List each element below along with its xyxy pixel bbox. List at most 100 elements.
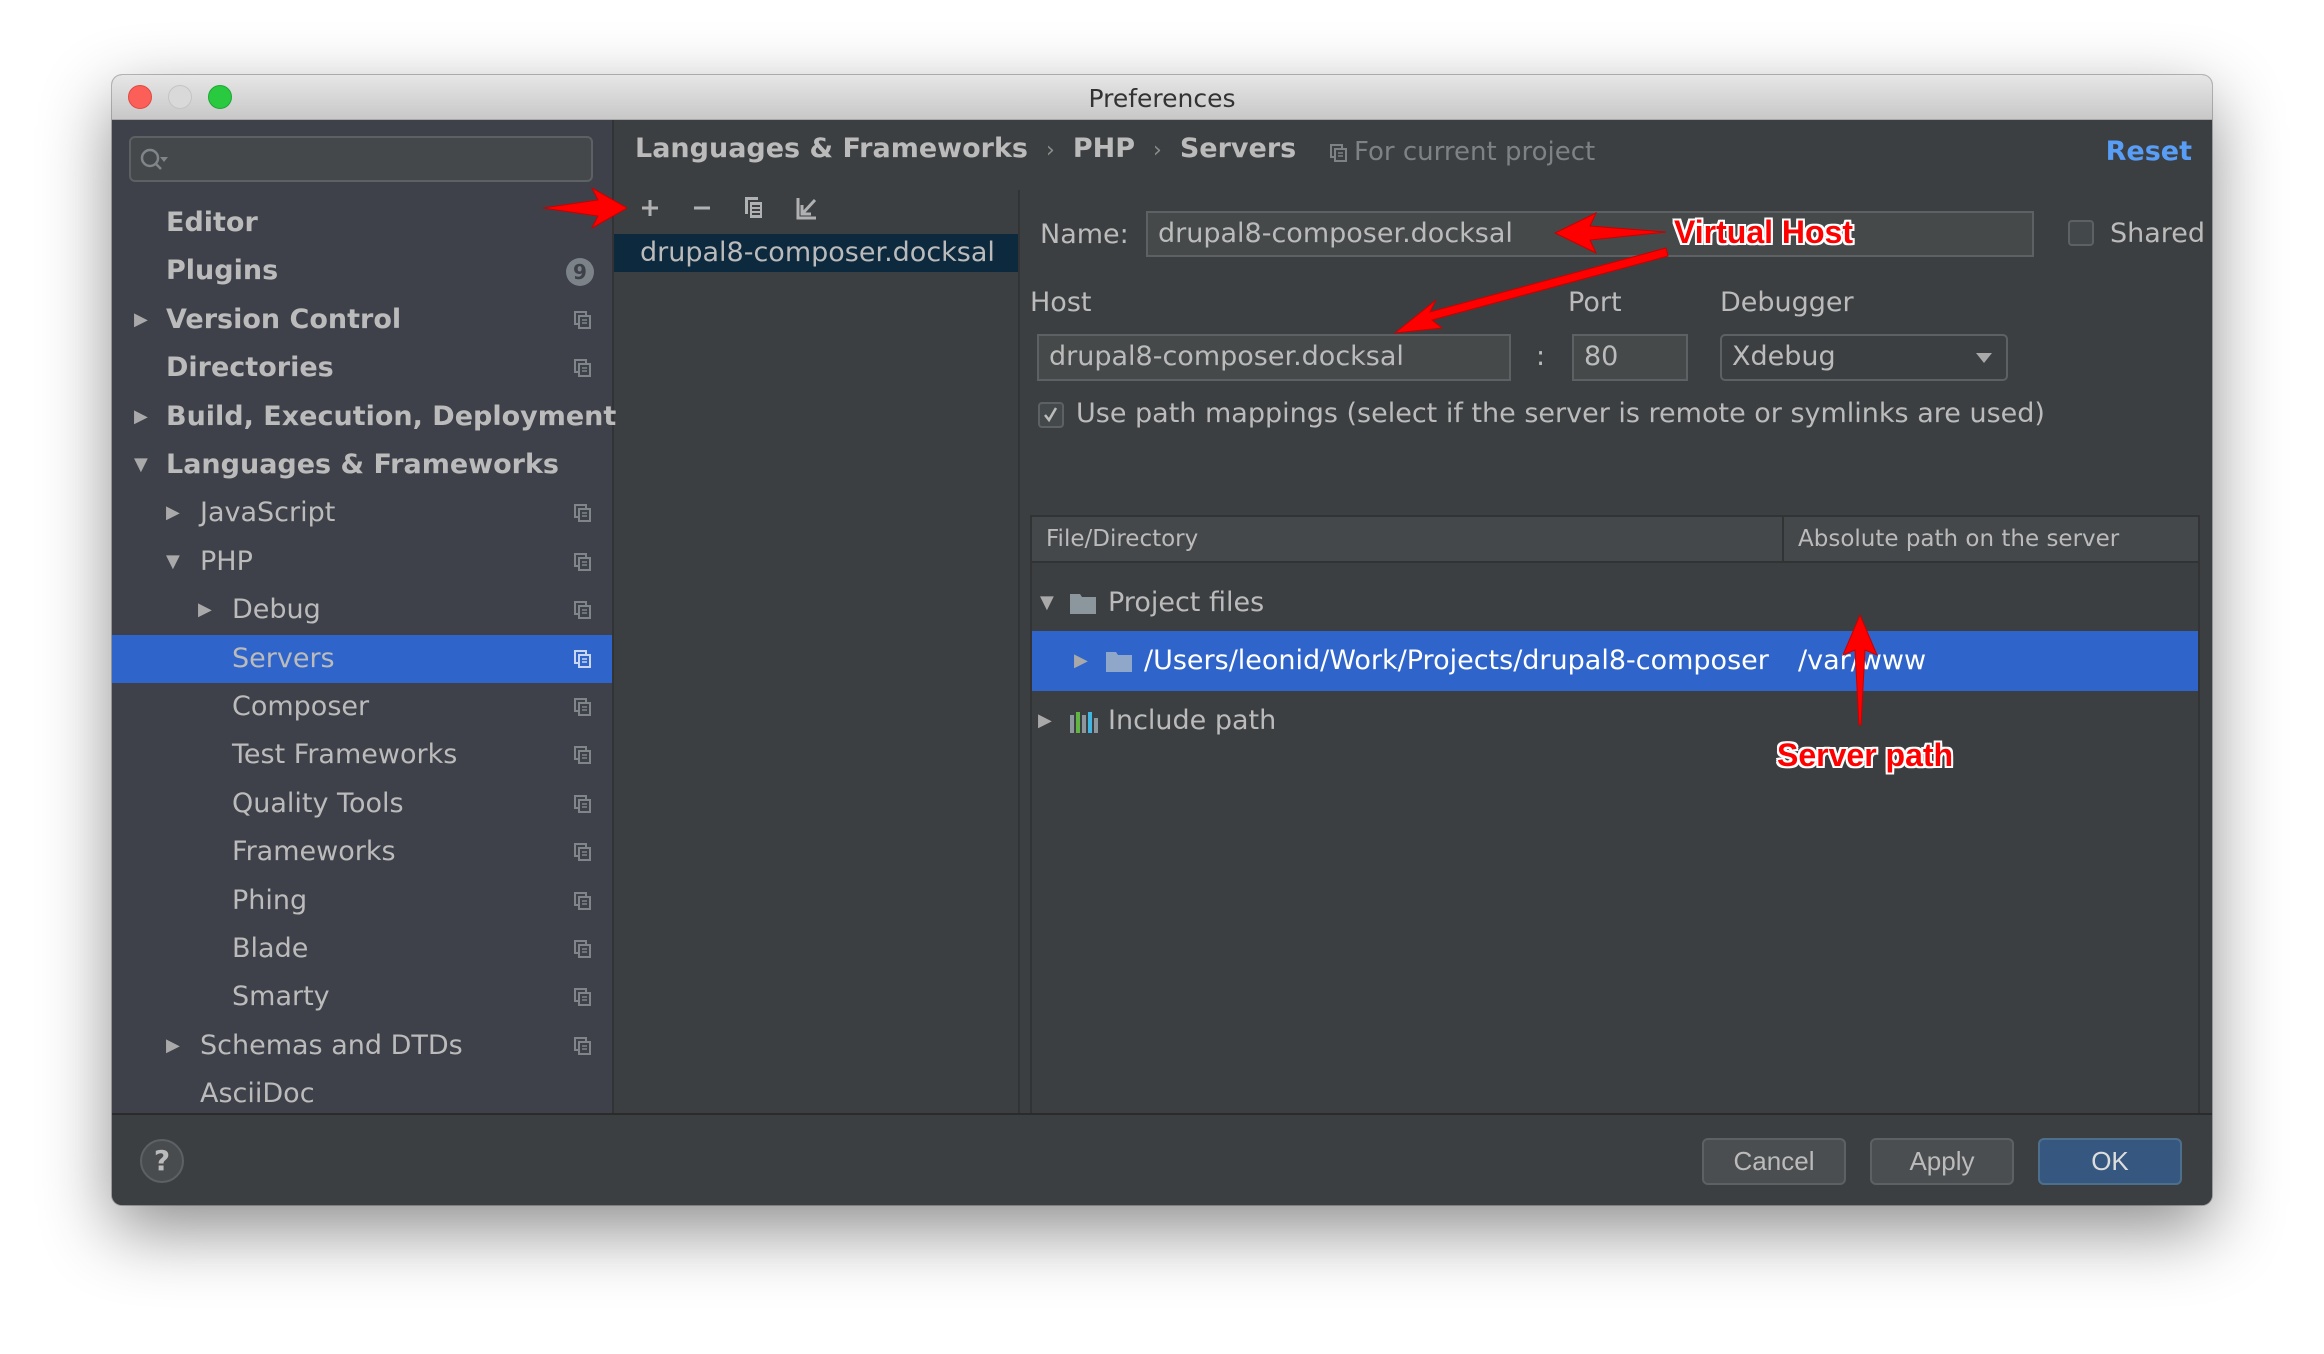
breadcrumb-item: Servers (1179, 133, 1297, 164)
sidebar-item-label: Plugins (166, 255, 279, 287)
project-scope-icon (574, 359, 591, 378)
settings-search-input[interactable] (129, 136, 593, 182)
chevron-down-icon (1976, 353, 1992, 363)
local-path-cell[interactable]: /Users/leonid/Work/Projects/drupal8-comp… (1144, 631, 1769, 691)
reset-link[interactable]: Reset (2106, 136, 2192, 167)
breadcrumb-separator: › (1046, 138, 1055, 163)
sidebar-item-label: Frameworks (232, 836, 396, 868)
project-scope-icon (574, 988, 591, 1007)
server-list-item[interactable]: drupal8-composer.docksal (614, 234, 1018, 272)
sidebar-item-label: Languages & Frameworks (166, 449, 560, 480)
sidebar-item-test-frameworks[interactable]: Test Frameworks (112, 731, 612, 779)
sidebar-item-label: Blade (232, 933, 309, 964)
annotation-virtual-host: Virtual Host (1674, 214, 1853, 250)
port-input[interactable]: 80 (1572, 334, 1688, 381)
project-scope-icon (574, 940, 591, 958)
add-server-button[interactable] (630, 190, 670, 226)
sidebar-item-editor[interactable]: Editor (112, 199, 612, 247)
project-scope-icon (574, 649, 591, 668)
project-scope-icon (574, 504, 591, 523)
sidebar-item-php[interactable]: ▼ PHP (112, 538, 612, 586)
help-button[interactable]: ? (140, 1139, 184, 1183)
path-mappings-table: File/Directory Absolute path on the serv… (1030, 515, 2200, 1175)
copy-icon (745, 197, 764, 220)
collapsed-arrow-icon[interactable]: ▶ (134, 296, 148, 344)
sidebar-item-version-control[interactable]: ▶ Version Control (112, 296, 612, 344)
annotation-server-path: Server path (1777, 737, 1954, 773)
update-count-badge: 9 (566, 258, 594, 287)
server-path-cell[interactable]: /var/www (1798, 631, 1926, 691)
host-input[interactable]: drupal8-composer.docksal (1037, 334, 1511, 381)
collapsed-arrow-icon[interactable]: ▶ (166, 489, 180, 537)
expanded-arrow-icon[interactable]: ▼ (134, 441, 148, 489)
sidebar-item-plugins[interactable]: Plugins 9 (112, 247, 612, 295)
path-mappings-checkbox[interactable] (1038, 402, 1064, 428)
collapsed-arrow-icon[interactable]: ▶ (1038, 691, 1052, 751)
scope-indicator: For current project (1330, 137, 1595, 167)
debugger-label: Debugger (1720, 287, 1854, 318)
library-icon (1070, 712, 1098, 733)
checkmark-icon (1044, 407, 1058, 423)
expanded-arrow-icon[interactable]: ▼ (1040, 573, 1054, 633)
search-icon (140, 148, 168, 170)
collapsed-arrow-icon[interactable]: ▶ (134, 393, 148, 441)
project-scope-icon (574, 746, 591, 765)
expanded-arrow-icon[interactable]: ▼ (166, 538, 180, 586)
sidebar-item-build-execution-deployment[interactable]: ▶ Build, Execution, Deployment (112, 393, 616, 441)
table-row-include-path[interactable]: ▶ Include path (1032, 691, 2198, 751)
sidebar-item-schemas-and-dtds[interactable]: ▶ Schemas and DTDs (112, 1022, 612, 1070)
breadcrumb-separator: › (1153, 138, 1162, 163)
debugger-select[interactable]: Xdebug (1720, 334, 2008, 381)
ok-button[interactable]: OK (2038, 1138, 2182, 1185)
sidebar-item-label: JavaScript (200, 497, 336, 529)
sidebar-item-phing[interactable]: Phing (112, 877, 612, 925)
sidebar-item-composer[interactable]: Composer (112, 683, 612, 731)
column-divider[interactable] (1782, 517, 1784, 561)
sidebar-item-languages-frameworks[interactable]: ▼ Languages & Frameworks (112, 441, 612, 489)
import-server-button[interactable] (786, 190, 826, 226)
row-label: Project files (1108, 587, 1265, 618)
scope-label: For current project (1354, 137, 1596, 167)
remove-server-button[interactable] (682, 190, 722, 226)
sidebar-item-label: Servers (232, 642, 335, 674)
collapsed-arrow-icon[interactable]: ▶ (166, 1022, 180, 1070)
sidebar-item-label: Composer (232, 691, 370, 722)
sidebar-item-quality-tools[interactable]: Quality Tools (112, 780, 612, 828)
breadcrumb-item[interactable]: PHP (1073, 133, 1135, 164)
shared-checkbox[interactable] (2068, 220, 2094, 246)
row-label: Include path (1108, 705, 1277, 736)
minus-icon (694, 206, 710, 210)
sidebar-item-directories[interactable]: Directories (112, 344, 612, 392)
column-header-server-path[interactable]: Absolute path on the server (1798, 517, 2119, 561)
table-row-project-files[interactable]: ▼ Project files (1032, 573, 2198, 633)
sidebar-item-blade[interactable]: Blade (112, 925, 612, 973)
sidebar-item-servers[interactable]: Servers (112, 634, 612, 683)
sidebar-item-label: Version Control (166, 303, 402, 335)
project-scope-icon (574, 698, 591, 716)
dialog-footer: ? Cancel Apply OK (112, 1113, 2212, 1205)
breadcrumb-item[interactable]: Languages & Frameworks (635, 133, 1028, 164)
sidebar-item-smarty[interactable]: Smarty (112, 973, 612, 1021)
port-separator: : (1536, 341, 1546, 372)
collapsed-arrow-icon[interactable]: ▶ (1074, 631, 1088, 691)
table-row-mapping[interactable]: ▶ /Users/leonid/Work/Projects/drupal8-co… (1032, 631, 2198, 691)
sidebar-item-label: Build, Execution, Deployment (166, 400, 617, 432)
column-header-file-directory[interactable]: File/Directory (1046, 517, 1198, 561)
title-bar: Preferences (112, 75, 2212, 120)
sidebar-item-frameworks[interactable]: Frameworks (112, 828, 612, 876)
sidebar-item-label: Test Frameworks (232, 739, 458, 771)
table-header: File/Directory Absolute path on the serv… (1032, 517, 2198, 563)
sidebar-item-label: AsciiDoc (200, 1078, 315, 1110)
sidebar-item-javascript[interactable]: ▶ JavaScript (112, 489, 612, 537)
import-icon (796, 198, 817, 220)
apply-button[interactable]: Apply (1870, 1138, 2014, 1185)
sidebar-item-debug[interactable]: ▶ Debug (112, 586, 612, 634)
cancel-button[interactable]: Cancel (1702, 1138, 1846, 1185)
path-mappings-label: Use path mappings (select if the server … (1076, 398, 2045, 429)
copy-server-button[interactable] (734, 190, 774, 226)
sidebar-item-asciidoc[interactable]: AsciiDoc (112, 1070, 612, 1118)
collapsed-arrow-icon[interactable]: ▶ (198, 586, 212, 634)
project-scope-icon (574, 310, 591, 329)
server-name-input[interactable]: drupal8-composer.docksal (1146, 211, 2034, 257)
folder-icon (1106, 652, 1132, 672)
